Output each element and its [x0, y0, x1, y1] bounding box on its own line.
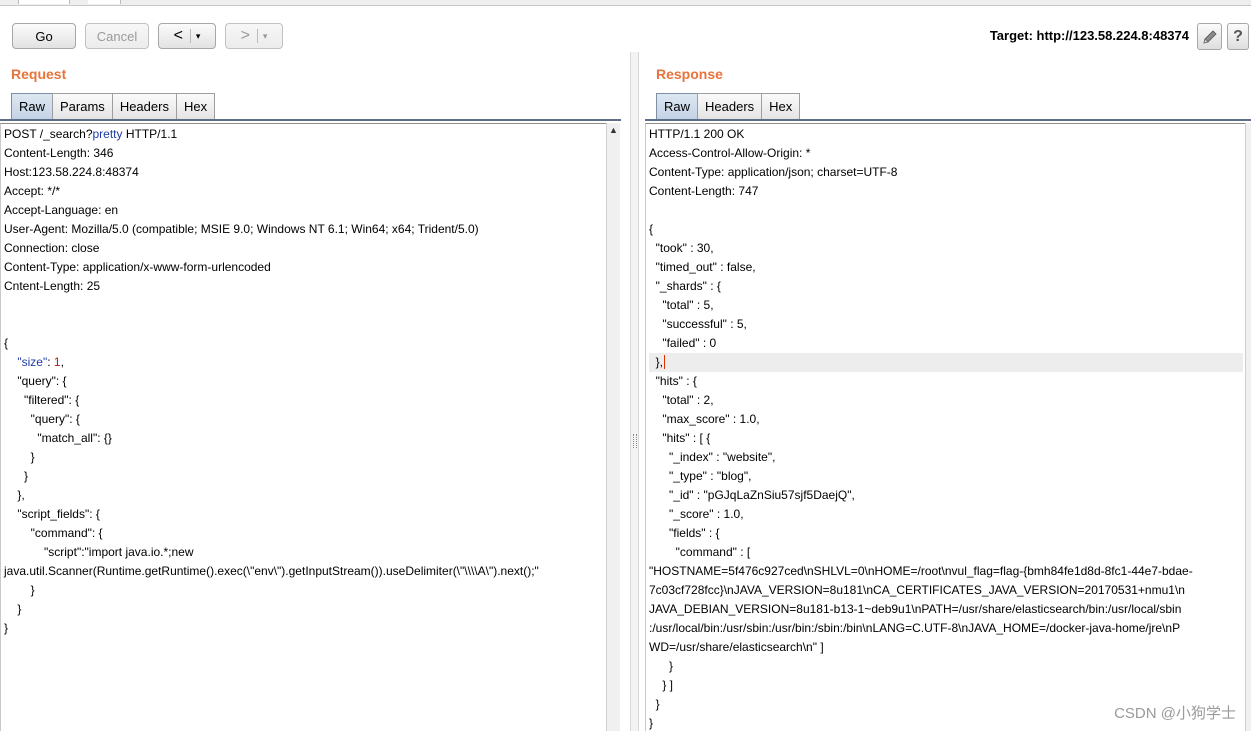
- pencil-icon: [1202, 29, 1217, 44]
- window-tab[interactable]: [88, 0, 121, 4]
- response-tabs: Raw Headers Hex: [656, 93, 801, 119]
- request-tab-headers[interactable]: Headers: [111, 93, 177, 119]
- response-tab-headers[interactable]: Headers: [697, 93, 763, 119]
- response-editor[interactable]: HTTP/1.1 200 OK Access-Control-Allow-Ori…: [645, 123, 1246, 731]
- button-separator: [256, 29, 258, 43]
- current-line-text: },: [649, 355, 664, 369]
- current-line: },: [649, 353, 1243, 372]
- request-json: "query": { "filtered": { "query": { "mat…: [4, 374, 539, 635]
- go-button-label: Go: [35, 28, 53, 44]
- chevron-left-icon: <: [173, 27, 183, 44]
- response-title: Response: [656, 66, 723, 82]
- forward-button[interactable]: > ▾: [225, 23, 283, 49]
- response-tab-underline: [645, 119, 1251, 121]
- chevron-right-icon: >: [240, 27, 250, 44]
- request-body[interactable]: POST /_search?pretty HTTP/1.1 Content-Le…: [1, 124, 607, 639]
- window-tab-strip: [0, 0, 1251, 6]
- scroll-up-icon[interactable]: ▲: [609, 125, 618, 135]
- drag-handle-icon[interactable]: [633, 434, 637, 448]
- response-tab-raw[interactable]: Raw: [656, 93, 699, 119]
- request-tab-raw[interactable]: Raw: [11, 93, 54, 119]
- size-value: 1: [53, 355, 61, 369]
- request-headers: Content-Length: 346 Host:123.58.224.8:48…: [4, 146, 479, 293]
- edit-target-button[interactable]: [1197, 23, 1222, 50]
- request-tab-params[interactable]: Params: [52, 93, 113, 119]
- request-tab-underline: [0, 119, 621, 121]
- response-json: "hits" : { "total" : 2, "max_score" : 1.…: [649, 374, 1193, 730]
- request-scrollbar[interactable]: ▲: [606, 123, 620, 731]
- request-tabs: Raw Params Headers Hex: [11, 93, 216, 119]
- help-icon: ?: [1233, 27, 1243, 45]
- watermark: CSDN @小狗学士: [1114, 705, 1236, 722]
- cancel-button-label: Cancel: [96, 28, 138, 44]
- split-pane-divider[interactable]: [630, 52, 639, 731]
- dropdown-caret-icon[interactable]: ▾: [263, 31, 268, 42]
- request-query-param: pretty: [92, 127, 123, 141]
- dropdown-caret-icon[interactable]: ▾: [196, 31, 201, 42]
- target-label[interactable]: Target: http://123.58.224.8:48374: [990, 28, 1189, 43]
- request-title: Request: [11, 66, 67, 82]
- help-button[interactable]: ?: [1227, 23, 1249, 50]
- request-line: POST /_search?: [4, 127, 93, 141]
- response-tab-hex[interactable]: Hex: [761, 93, 801, 119]
- go-button[interactable]: Go: [12, 23, 76, 49]
- size-key: "size": [17, 355, 48, 369]
- text-cursor: [664, 355, 666, 369]
- response-scrollbar[interactable]: [1245, 123, 1251, 731]
- response-text: HTTP/1.1 200 OK Access-Control-Allow-Ori…: [649, 127, 898, 350]
- window-tab[interactable]: [18, 0, 70, 4]
- request-tab-hex[interactable]: Hex: [175, 93, 216, 119]
- request-editor[interactable]: POST /_search?pretty HTTP/1.1 Content-Le…: [0, 123, 607, 731]
- button-separator: [189, 29, 191, 43]
- response-body[interactable]: HTTP/1.1 200 OK Access-Control-Allow-Ori…: [646, 124, 1246, 731]
- cancel-button[interactable]: Cancel: [85, 23, 149, 49]
- back-button[interactable]: < ▾: [158, 23, 216, 49]
- request-protocol: HTTP/1.1: [122, 127, 178, 141]
